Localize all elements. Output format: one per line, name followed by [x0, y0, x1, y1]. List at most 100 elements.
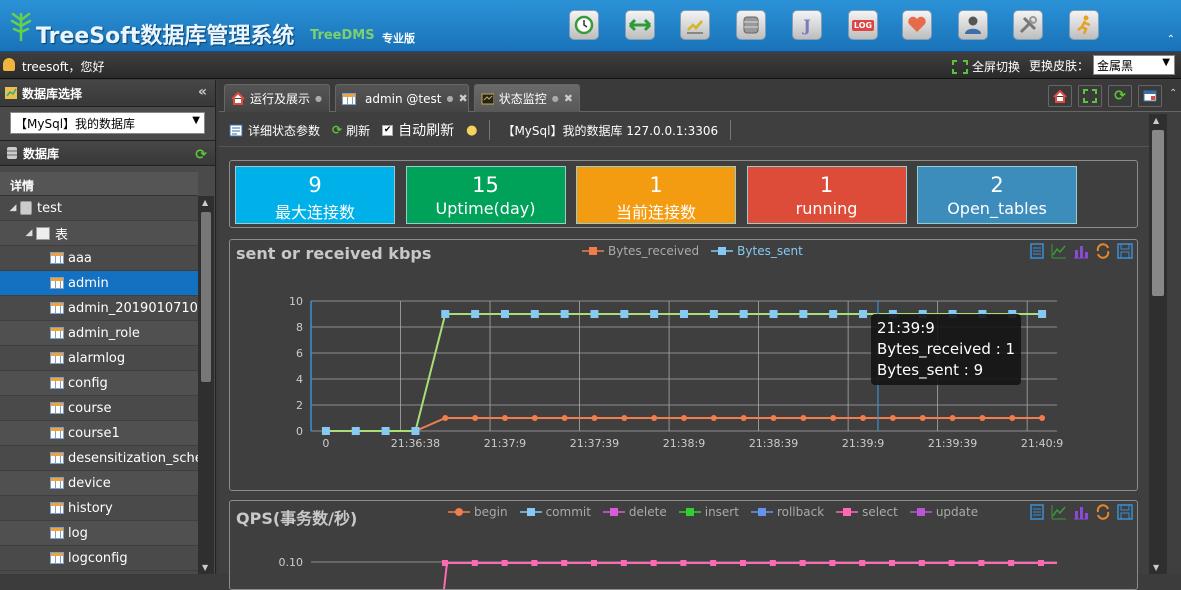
- heart-icon[interactable]: [902, 10, 932, 40]
- data-point[interactable]: [650, 560, 657, 566]
- data-point[interactable]: [918, 560, 925, 566]
- skin-select[interactable]: 金属黑 ▼: [1093, 55, 1175, 75]
- expand-toggle-icon[interactable]: ◢: [6, 203, 20, 213]
- data-point[interactable]: [1038, 560, 1044, 566]
- runner-icon[interactable]: [1069, 10, 1099, 40]
- tree-node-db[interactable]: ◢ test: [0, 196, 198, 221]
- data-point[interactable]: [769, 310, 778, 318]
- data-point[interactable]: [860, 415, 867, 421]
- data-point[interactable]: [561, 415, 568, 421]
- log-icon[interactable]: LOG: [848, 10, 878, 40]
- data-point[interactable]: [859, 560, 866, 566]
- data-point[interactable]: [889, 560, 895, 566]
- data-point[interactable]: [740, 560, 746, 566]
- tab-status-monitor[interactable]: 状态监控 ● ✖: [474, 84, 580, 112]
- data-point[interactable]: [501, 415, 508, 421]
- data-point[interactable]: [859, 310, 868, 318]
- tree-node-table[interactable]: device: [0, 471, 198, 496]
- transfer-icon[interactable]: [625, 10, 655, 40]
- refresh-button[interactable]: ⟳ 刷新: [332, 122, 370, 139]
- window-button[interactable]: [1138, 85, 1162, 107]
- tab-admin[interactable]: admin @test ● ✖: [335, 84, 469, 112]
- data-point[interactable]: [1038, 310, 1047, 318]
- tree-node-table[interactable]: admin: [0, 271, 198, 296]
- data-point[interactable]: [979, 415, 986, 421]
- tree-node-table[interactable]: alarmlog: [0, 346, 198, 371]
- bulb-icon[interactable]: ●: [466, 123, 477, 138]
- detail-tab[interactable]: 详情: [0, 172, 198, 196]
- refresh-button[interactable]: ⟳: [1108, 85, 1132, 107]
- scroll-down-icon[interactable]: ▼: [1153, 563, 1159, 572]
- data-point[interactable]: [799, 560, 806, 566]
- scroll-thumb[interactable]: [201, 212, 211, 382]
- scroll-up-icon[interactable]: ▲: [202, 198, 208, 207]
- tree-node-table[interactable]: course: [0, 396, 198, 421]
- scroll-down-icon[interactable]: ▼: [202, 563, 208, 572]
- data-point[interactable]: [442, 560, 448, 566]
- data-point[interactable]: [680, 560, 687, 566]
- tree-node-folder[interactable]: ◢ 表: [0, 221, 198, 246]
- json-icon[interactable]: J: [792, 10, 822, 40]
- data-point[interactable]: [1009, 415, 1016, 421]
- data-point[interactable]: [800, 415, 807, 421]
- data-point[interactable]: [321, 427, 330, 435]
- tree-node-table[interactable]: desensitization_scheme: [0, 446, 198, 471]
- tree-node-table[interactable]: logconfig: [0, 546, 198, 571]
- tree-node-table[interactable]: aaa: [0, 246, 198, 271]
- data-point[interactable]: [1008, 560, 1015, 566]
- close-icon[interactable]: ✖: [458, 92, 467, 105]
- data-point[interactable]: [710, 415, 717, 421]
- data-point[interactable]: [650, 310, 659, 318]
- data-point[interactable]: [561, 560, 568, 566]
- data-point[interactable]: [381, 427, 390, 435]
- tree-node-table[interactable]: admin_role: [0, 321, 198, 346]
- auto-refresh-checkbox[interactable]: ✔ 自动刷新: [382, 120, 454, 140]
- data-point[interactable]: [919, 415, 926, 421]
- data-point[interactable]: [591, 560, 597, 566]
- expand-toggle-icon[interactable]: ◢: [22, 228, 36, 238]
- data-point[interactable]: [948, 560, 955, 566]
- tree-node-table[interactable]: admin_20190107105847: [0, 296, 198, 321]
- data-point[interactable]: [651, 415, 658, 421]
- collapse-left-icon[interactable]: «: [198, 84, 207, 100]
- data-point[interactable]: [799, 310, 808, 318]
- tab-home[interactable]: 运行及展示 ●: [224, 84, 330, 112]
- data-point[interactable]: [471, 560, 478, 566]
- data-point[interactable]: [441, 310, 450, 318]
- data-point[interactable]: [530, 310, 539, 318]
- home-button[interactable]: [1048, 85, 1072, 107]
- data-point[interactable]: [560, 310, 569, 318]
- data-point[interactable]: [351, 427, 360, 435]
- data-point[interactable]: [978, 560, 985, 566]
- data-point[interactable]: [739, 310, 748, 318]
- data-point[interactable]: [829, 560, 836, 566]
- scroll-thumb[interactable]: [1152, 130, 1164, 296]
- data-point[interactable]: [591, 415, 598, 421]
- close-icon[interactable]: ✖: [564, 92, 573, 105]
- tools-icon[interactable]: [1013, 10, 1043, 40]
- data-point[interactable]: [531, 560, 538, 566]
- data-point[interactable]: [621, 415, 628, 421]
- tree-node-table[interactable]: course1: [0, 421, 198, 446]
- data-point[interactable]: [740, 415, 747, 421]
- data-point[interactable]: [1039, 415, 1046, 421]
- data-point[interactable]: [769, 560, 776, 566]
- data-point[interactable]: [620, 310, 629, 318]
- refresh-icon[interactable]: ⟳: [195, 147, 207, 163]
- database-select[interactable]: 【MySql】我的数据库 ▼: [10, 112, 205, 134]
- data-point[interactable]: [411, 427, 420, 435]
- data-point[interactable]: [501, 560, 508, 566]
- user-icon[interactable]: [958, 10, 988, 40]
- data-point[interactable]: [590, 310, 599, 318]
- data-point[interactable]: [680, 310, 688, 318]
- collapse-up-icon[interactable]: ⌃: [1167, 34, 1175, 45]
- data-point[interactable]: [830, 415, 837, 421]
- chart-edit-icon[interactable]: [680, 10, 710, 40]
- data-point[interactable]: [709, 310, 718, 318]
- database-icon[interactable]: [736, 10, 766, 40]
- sidebar-scrollbar[interactable]: ▲ ▼: [198, 196, 214, 574]
- clock-icon[interactable]: [569, 10, 599, 40]
- scroll-up-icon[interactable]: ▲: [1153, 116, 1159, 125]
- data-point[interactable]: [710, 560, 717, 566]
- fullscreen-toggle[interactable]: 全屏切换: [952, 58, 1020, 75]
